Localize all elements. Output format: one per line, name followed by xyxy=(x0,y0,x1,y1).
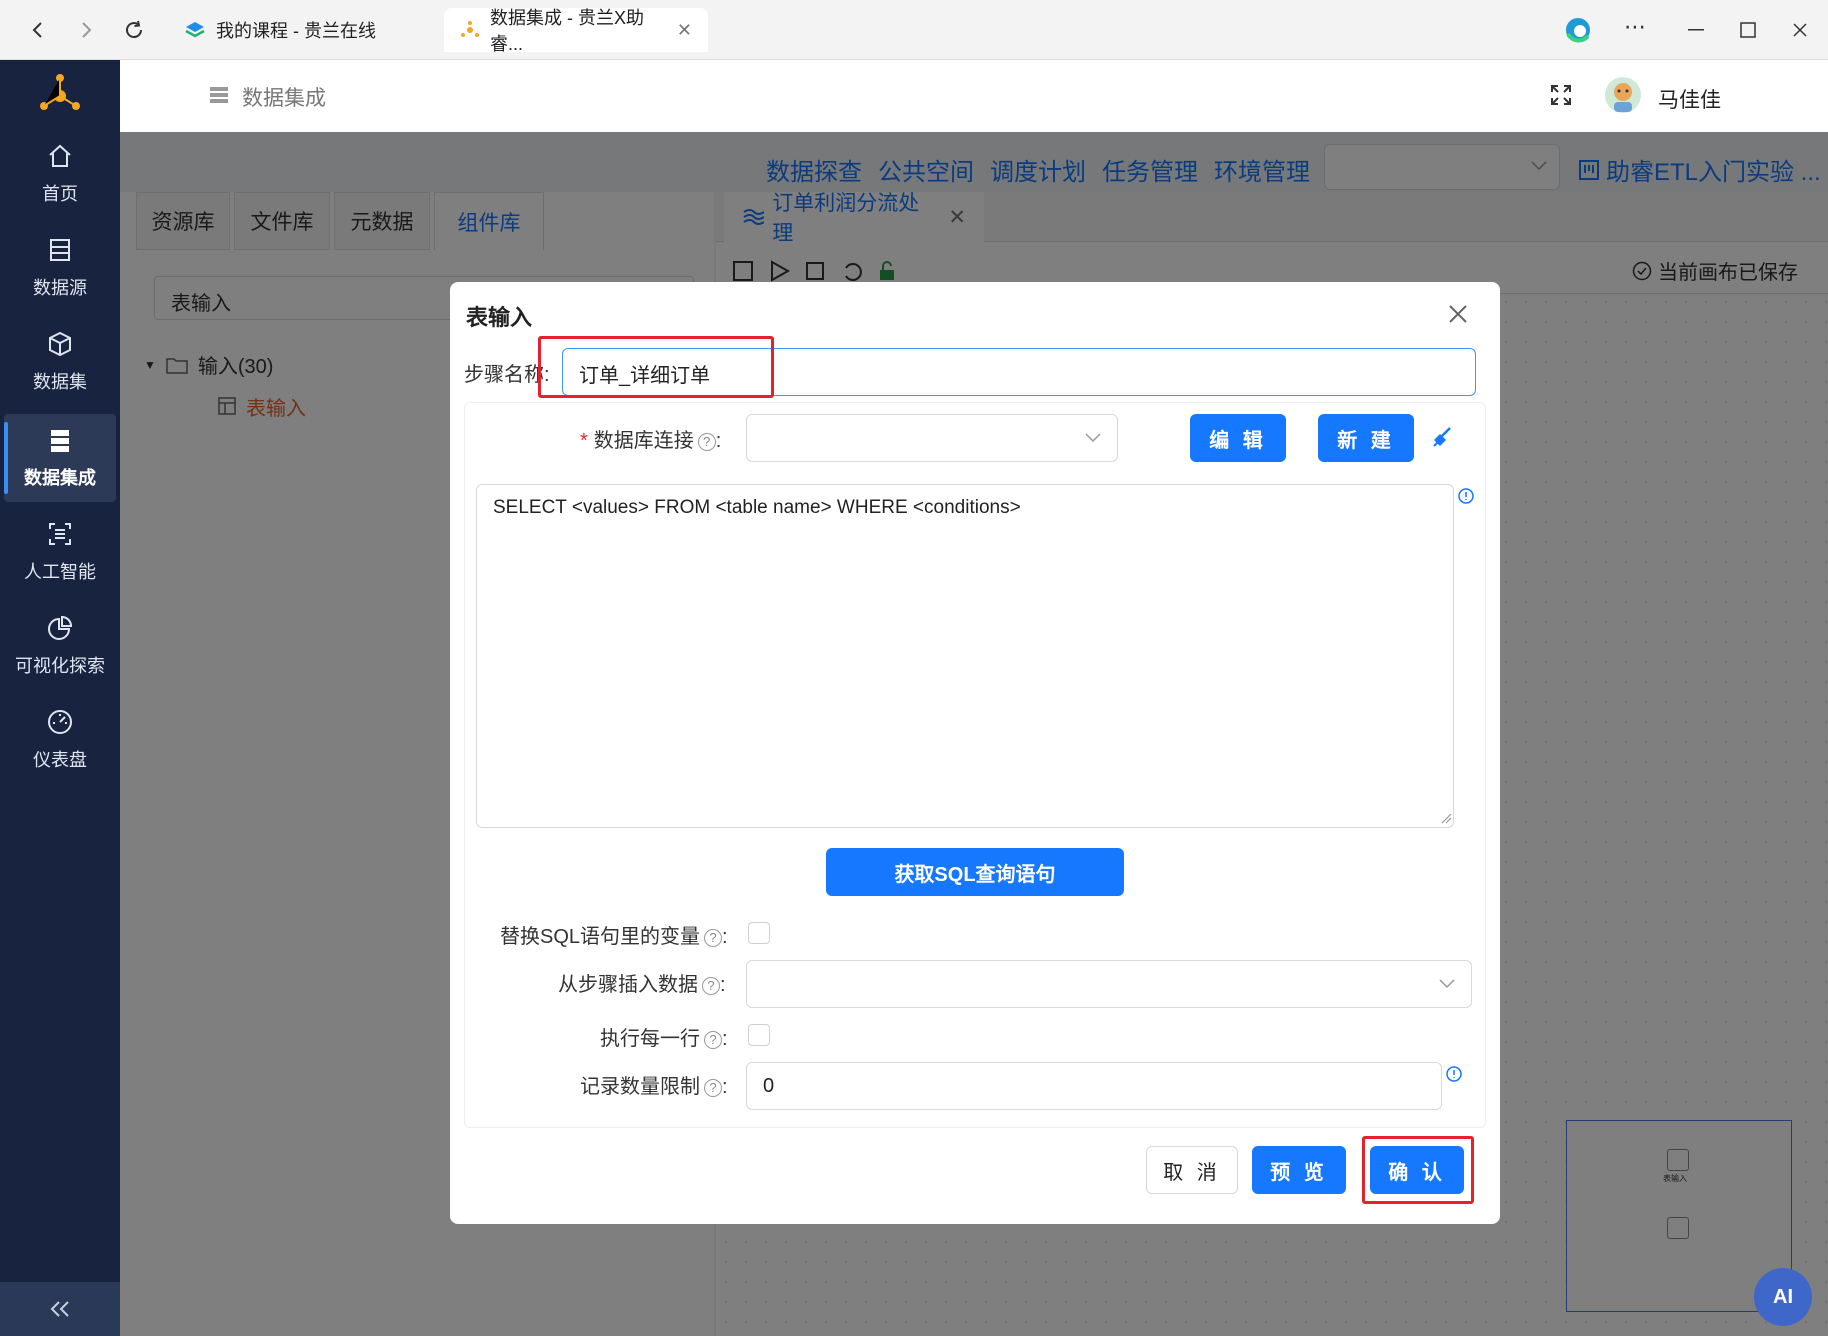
sidebar-item-dataset[interactable]: 数据集 xyxy=(4,318,116,406)
limit-label: 记录数量限制?: xyxy=(580,1076,728,1098)
help-icon[interactable]: ? xyxy=(704,1030,722,1049)
close-window-icon[interactable] xyxy=(1772,0,1828,60)
db-conn-label: * 数据库连接?: xyxy=(580,430,722,452)
ai-assistant-button[interactable]: AI xyxy=(1754,1268,1812,1326)
layers-logo-icon xyxy=(184,19,206,41)
forward-icon[interactable] xyxy=(66,10,106,50)
maximize-icon[interactable] xyxy=(1720,0,1776,60)
sidebar-item-datasource[interactable]: 数据源 xyxy=(4,224,116,312)
home-icon xyxy=(49,144,71,167)
preview-button[interactable]: 预 览 xyxy=(1252,1146,1346,1194)
sidebar-item-visual-explore[interactable]: 可视化探索 xyxy=(4,602,116,690)
close-dialog-icon[interactable] xyxy=(1448,304,1468,324)
close-tab-icon[interactable]: ✕ xyxy=(677,20,692,41)
cube-icon xyxy=(49,331,71,357)
browser-tab-data-integration[interactable]: 数据集成 - 贵兰X助睿... ✕ xyxy=(444,8,708,54)
clean-brush-icon[interactable] xyxy=(1430,426,1454,450)
fullscreen-icon[interactable] xyxy=(1550,84,1572,106)
help-icon[interactable]: ? xyxy=(704,1078,722,1097)
info-icon[interactable] xyxy=(1458,488,1474,504)
browser-chrome: 我的课程 - 贵兰在线 数据集成 - 贵兰X助睿... ✕ ⋯ xyxy=(0,0,1828,60)
resize-handle-icon[interactable] xyxy=(1440,812,1452,824)
replace-var-checkbox[interactable] xyxy=(748,922,770,944)
chevron-down-icon xyxy=(1085,433,1101,443)
breadcrumb: 数据集成 xyxy=(242,87,326,110)
refresh-icon[interactable] xyxy=(114,10,154,50)
db-conn-select[interactable] xyxy=(746,414,1118,462)
app-logo-icon[interactable] xyxy=(36,72,84,120)
sidebar-item-label: 数据源 xyxy=(33,278,87,298)
menu-list-icon xyxy=(210,86,228,104)
sidebar-item-dashboard[interactable]: 仪表盘 xyxy=(4,696,116,784)
help-icon[interactable]: ? xyxy=(704,928,723,947)
avatar[interactable] xyxy=(1604,76,1642,114)
help-icon[interactable]: ? xyxy=(697,432,716,451)
database-icon xyxy=(50,239,70,261)
limit-input[interactable]: 0 xyxy=(746,1062,1442,1110)
app-header: 数据集成 马佳佳 xyxy=(120,60,1828,132)
insert-from-step-select[interactable] xyxy=(746,960,1472,1008)
chevron-down-icon xyxy=(1439,979,1455,989)
minimize-icon[interactable] xyxy=(1668,0,1724,60)
insert-from-step-label: 从步骤插入数据?: xyxy=(558,974,726,996)
app-sidebar: 首页 数据源 数据集 数据集成 人工智能 可视化探索 仪表盘 xyxy=(0,60,120,1336)
exec-each-row-label: 执行每一行?: xyxy=(600,1028,728,1050)
user-name[interactable]: 马佳佳 xyxy=(1658,84,1721,114)
browser-tab-title: 数据集成 - 贵兰X助睿... xyxy=(490,8,645,54)
highlight-confirm xyxy=(1362,1136,1474,1204)
cancel-button[interactable]: 取 消 xyxy=(1146,1146,1238,1194)
sql-textarea[interactable]: SELECT <values> FROM <table name> WHERE … xyxy=(476,484,1454,828)
sidebar-item-label: 数据集成 xyxy=(24,468,96,488)
edge-icon[interactable] xyxy=(1564,16,1592,44)
browser-tab-courses[interactable]: 我的课程 - 贵兰在线 xyxy=(168,8,438,52)
sidebar-item-label: 仪表盘 xyxy=(33,750,87,770)
replace-var-label: 替换SQL语句里的变量?: xyxy=(500,926,728,948)
sidebar-item-home[interactable]: 首页 xyxy=(4,130,116,218)
table-input-dialog: 表输入 步骤名称: 订单_详细订单 * 数据库连接?: 编 辑 新 建 SELEC… xyxy=(450,282,1500,1224)
exec-each-row-checkbox[interactable] xyxy=(748,1024,770,1046)
dashboard-icon xyxy=(48,710,72,734)
sidebar-item-data-integration[interactable]: 数据集成 xyxy=(4,414,116,502)
back-icon[interactable] xyxy=(18,10,58,50)
get-sql-button[interactable]: 获取SQL查询语句 xyxy=(826,848,1124,896)
dialog-title: 表输入 xyxy=(466,305,533,330)
sidebar-item-label: 人工智能 xyxy=(24,562,96,582)
sidebar-item-label: 数据集 xyxy=(33,372,87,392)
collapse-sidebar-icon[interactable] xyxy=(0,1282,120,1336)
highlight-step-name xyxy=(538,336,774,398)
pie-chart-icon xyxy=(48,615,73,640)
info-icon[interactable] xyxy=(1446,1066,1462,1082)
help-icon[interactable]: ? xyxy=(702,976,720,995)
sidebar-item-ai[interactable]: 人工智能 xyxy=(4,508,116,596)
browser-tab-title: 我的课程 - 贵兰在线 xyxy=(216,21,376,41)
server-icon xyxy=(51,430,69,452)
new-button[interactable]: 新 建 xyxy=(1318,414,1414,462)
ai-scan-icon xyxy=(49,523,71,545)
sidebar-item-label: 首页 xyxy=(42,184,78,204)
app-logo-icon xyxy=(460,20,480,40)
edit-button[interactable]: 编 辑 xyxy=(1190,414,1286,462)
step-name-label: 步骤名称: xyxy=(464,364,550,386)
sidebar-item-label: 可视化探索 xyxy=(15,656,105,676)
more-icon[interactable]: ⋯ xyxy=(1624,14,1646,40)
